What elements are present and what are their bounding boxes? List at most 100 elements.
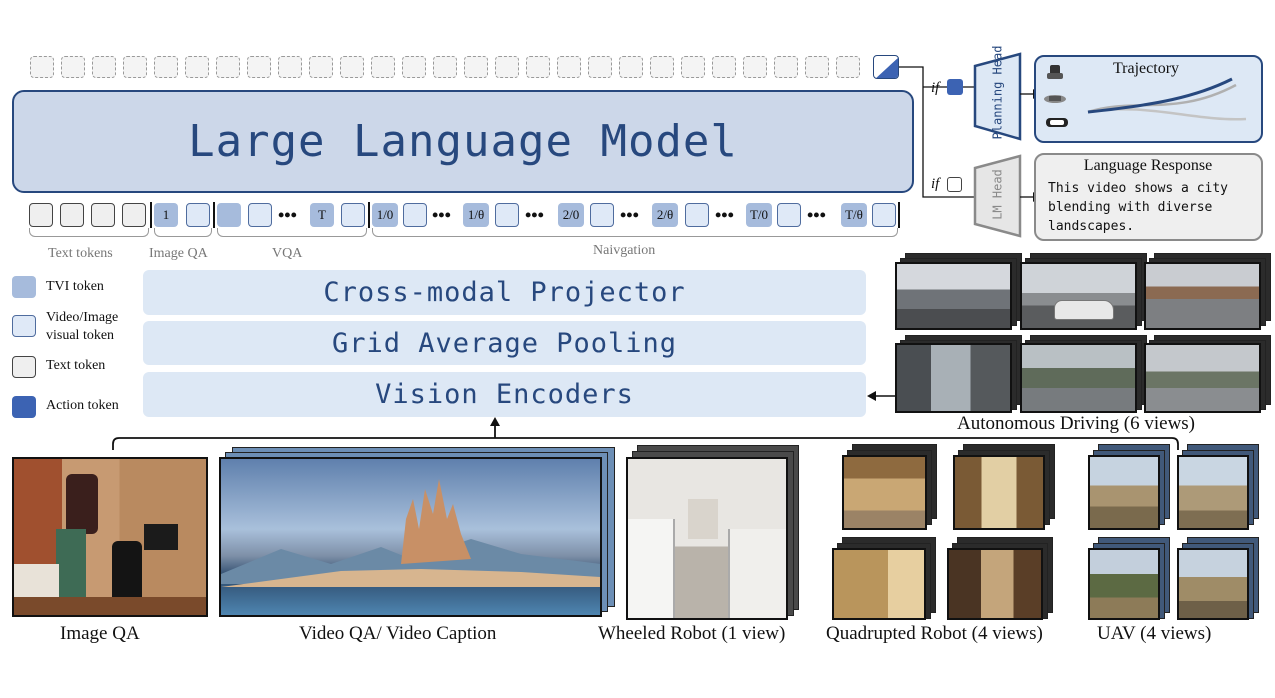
visual-token	[777, 203, 801, 227]
cross-modal-projector: Cross-modal Projector	[143, 270, 866, 315]
group-divider	[368, 202, 370, 228]
tvi-token	[217, 203, 241, 227]
group-divider	[150, 202, 152, 228]
output-token	[588, 56, 612, 78]
ellipsis: •••	[278, 205, 297, 225]
window	[688, 499, 718, 539]
quadruped-view-1	[842, 455, 927, 530]
legend-swatch-visual	[12, 315, 36, 337]
output-token	[433, 56, 457, 78]
driving-view-front-left	[895, 262, 1012, 330]
if-label-planning: if	[931, 80, 940, 96]
legend-swatch-text	[12, 356, 36, 378]
car	[1054, 300, 1114, 320]
visual-token	[248, 203, 272, 227]
output-token	[309, 56, 333, 78]
output-token	[681, 56, 705, 78]
nav-tvi-token: 1/0	[372, 203, 398, 227]
text-token	[29, 203, 53, 227]
nav-tvi-token: T/θ	[841, 203, 867, 227]
output-token	[464, 56, 488, 78]
floor	[14, 597, 206, 615]
uav-view-1	[1088, 455, 1160, 530]
visual-token	[872, 203, 896, 227]
tvi-token: T	[310, 203, 334, 227]
legend-swatch-tvi	[12, 276, 36, 298]
action-token-condition	[947, 79, 963, 95]
output-token	[619, 56, 643, 78]
brace-text-tokens	[29, 228, 149, 237]
output-token	[92, 56, 116, 78]
output-token	[650, 56, 674, 78]
caption-driving: Autonomous Driving (6 views)	[957, 413, 1196, 434]
trajectory-curves	[1044, 65, 1247, 127]
tvi-token: 1	[154, 203, 178, 227]
monitor	[144, 524, 178, 550]
visual-token	[590, 203, 614, 227]
group-label-vqa: VQA	[272, 246, 303, 261]
text-token	[60, 203, 84, 227]
language-response-title: Language Response	[1083, 157, 1213, 174]
uav-view-3	[1088, 548, 1160, 620]
output-token	[402, 56, 426, 78]
cabinet-left	[628, 519, 675, 618]
quadruped-view-4	[947, 548, 1043, 620]
quadruped-view-2	[953, 455, 1045, 530]
uav-view-2	[1177, 455, 1249, 530]
image-qa-photo	[12, 457, 208, 617]
text-token-condition	[947, 177, 962, 192]
driving-view-back-left	[895, 343, 1012, 413]
coats	[66, 474, 98, 534]
language-response-text: This video shows a city blending with di…	[1048, 181, 1229, 234]
output-token	[30, 56, 54, 78]
counter-right	[728, 529, 786, 618]
nav-tvi-token: 2/0	[558, 203, 584, 227]
video-qa-photo	[219, 457, 602, 617]
text-token	[122, 203, 146, 227]
if-label-lm: if	[931, 176, 940, 192]
city-skyline	[221, 479, 600, 587]
output-token	[743, 56, 767, 78]
group-label-navigation: Naivgation	[593, 243, 656, 258]
lm-head-label: LM Head	[990, 169, 1005, 220]
output-token	[247, 56, 271, 78]
text-token	[91, 203, 115, 227]
output-token	[526, 56, 550, 78]
output-token	[712, 56, 736, 78]
output-token	[185, 56, 209, 78]
output-token	[371, 56, 395, 78]
caption-uav: UAV (4 views)	[1097, 623, 1212, 644]
output-token	[774, 56, 798, 78]
output-token	[495, 56, 519, 78]
output-token	[154, 56, 178, 78]
ellipsis: •••	[525, 205, 544, 225]
chair	[112, 541, 142, 601]
output-token	[836, 56, 860, 78]
uav-view-4	[1177, 548, 1249, 620]
ellipsis: •••	[807, 205, 826, 225]
output-token	[61, 56, 85, 78]
legend-label-text: Text token	[46, 358, 106, 373]
group-label-text-tokens: Text tokens	[48, 246, 113, 261]
ellipsis: •••	[620, 205, 639, 225]
language-response-box: Language Response This video shows a cit…	[1034, 153, 1263, 241]
brace-navigation	[372, 228, 898, 237]
visual-token	[186, 203, 210, 227]
legend-label-tvi: TVI token	[46, 279, 104, 294]
driving-view-back	[1020, 343, 1137, 413]
planning-head-label: Planning Head	[990, 45, 1005, 140]
visual-token	[341, 203, 365, 227]
brace-vqa	[217, 228, 367, 237]
visual-token	[495, 203, 519, 227]
legend-label-visual: Video/Image visual token	[46, 310, 119, 343]
brace-image-qa	[154, 228, 212, 237]
group-label-image-qa: Image QA	[149, 246, 208, 261]
driving-view-front-right	[1144, 262, 1261, 330]
quadruped-view-3	[832, 548, 926, 620]
grid-average-pooling: Grid Average Pooling	[143, 321, 866, 365]
caption-wheeled: Wheeled Robot (1 view)	[598, 623, 786, 644]
visual-token	[685, 203, 709, 227]
caption-image-qa: Image QA	[60, 623, 140, 644]
ellipsis: •••	[432, 205, 451, 225]
wheeled-robot-photo	[626, 457, 788, 620]
